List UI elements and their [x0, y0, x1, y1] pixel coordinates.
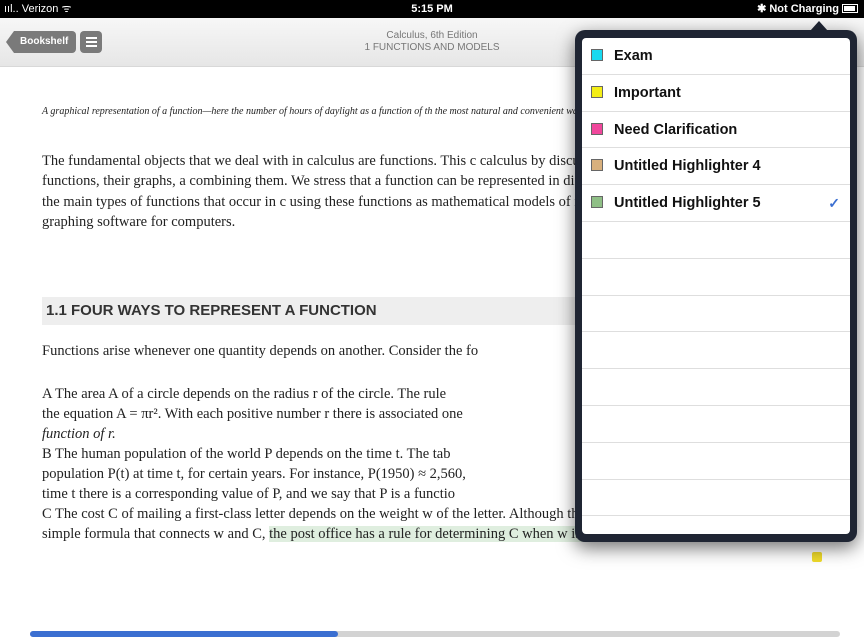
empty-row	[582, 222, 850, 259]
empty-row	[582, 332, 850, 370]
color-swatch	[591, 49, 603, 61]
battery-icon	[842, 4, 858, 13]
highlighter-list: Exam Important Need Clarification Untitled …	[582, 38, 850, 534]
highlighter-label: Important	[614, 84, 681, 101]
empty-row	[582, 406, 850, 443]
empty-row	[582, 443, 850, 480]
color-swatch	[591, 85, 603, 98]
highlighter-row[interactable]: Untitled Highlighter 4	[582, 148, 850, 186]
empty-row	[582, 480, 850, 517]
highlighter-row[interactable]: Untitled Highlighter 5 ✓	[582, 185, 850, 222]
color-swatch	[591, 196, 603, 209]
empty-row	[582, 259, 850, 296]
highlighter-row[interactable]: Exam	[582, 38, 850, 75]
empty-row	[582, 369, 850, 406]
highlighter-label: Need Clarification	[614, 121, 738, 138]
highlighter-label: Exam	[614, 48, 653, 64]
highlighter-label: Untitled Highlighter 5	[614, 195, 761, 212]
highlighter-row[interactable]: Important	[582, 75, 850, 112]
color-swatch	[591, 159, 603, 172]
battery-label: ✱ Not Charging	[757, 3, 839, 15]
clock: 5:15 PM	[411, 3, 453, 15]
highlighted-text[interactable]: the post office has a rule for determini…	[269, 526, 628, 542]
text-span: simple formula that connects w and C,	[42, 526, 270, 542]
battery-status: ✱ Not Charging	[757, 0, 858, 18]
progress-fill	[30, 631, 338, 637]
highlighter-popover: Exam Important Need Clarification Untitled …	[575, 30, 857, 542]
highlighter-row[interactable]: Need Clarification	[582, 112, 850, 149]
checkmark-icon: ✓	[828, 195, 840, 212]
page-progress-bar[interactable]	[30, 631, 840, 637]
note-marker-icon[interactable]	[812, 552, 822, 562]
status-bar: ııl.. Verizon ᯤ 5:15 PM ✱ Not Charging	[0, 0, 864, 18]
empty-row	[582, 296, 850, 333]
highlighter-label: Untitled Highlighter 4	[614, 158, 761, 175]
color-swatch	[591, 122, 603, 135]
